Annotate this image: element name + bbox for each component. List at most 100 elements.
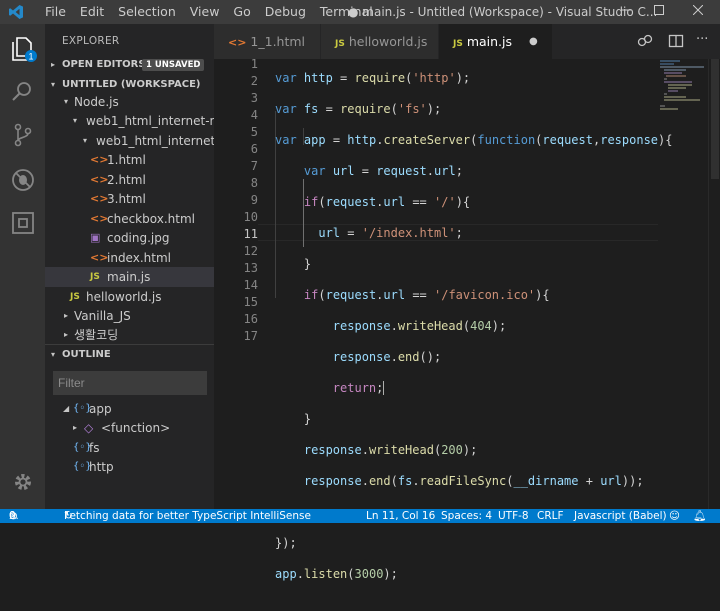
outline-item-label: <function> xyxy=(101,421,171,435)
code-line: response.end(); xyxy=(332,350,442,364)
tab-1-1-html[interactable]: <> 1_1.html xyxy=(214,24,321,59)
outline-section[interactable]: ▾ OUTLINE xyxy=(45,344,214,364)
feedback-smiley-icon[interactable]: ☺ xyxy=(669,509,680,523)
tree-item-label: coding.jpg xyxy=(107,231,170,245)
code-line: response.writeHead(200); xyxy=(303,443,478,457)
chevron-right-icon: ▸ xyxy=(64,311,69,320)
extensions-activity-button[interactable] xyxy=(8,208,38,238)
minimize-button[interactable] xyxy=(610,0,642,24)
tree-file-helloworld[interactable]: JS helloworld.js xyxy=(45,287,214,307)
tree-file-coding-jpg[interactable]: ▣ coding.jpg xyxy=(45,228,214,248)
settings-activity-button[interactable] xyxy=(8,467,38,497)
minimap[interactable] xyxy=(658,59,708,119)
unsaved-badge: 1 UNSAVED xyxy=(142,59,205,71)
maximize-button[interactable] xyxy=(643,0,675,24)
outline-item-label: fs xyxy=(89,441,100,455)
explorer-activity-button[interactable]: 1 xyxy=(8,34,38,64)
source-control-activity-button[interactable] xyxy=(8,120,38,150)
code-line: return; xyxy=(332,381,385,395)
tree-item-label: 1.html xyxy=(107,153,146,167)
tree-file-mainjs[interactable]: JS main.js xyxy=(45,267,214,287)
status-message-text: Fetching data for better TypeScript Inte… xyxy=(64,510,311,522)
open-changes-button[interactable] xyxy=(637,33,653,49)
menu-bar: File Edit Selection View Go Debug Termin… xyxy=(38,0,380,24)
code-line: app.listen(3000); xyxy=(275,567,398,581)
tree-item-label: index.html xyxy=(107,251,171,265)
line-number: 1 xyxy=(250,57,258,71)
tree-file-index[interactable]: <> index.html xyxy=(45,248,214,268)
tree-folder-korean[interactable]: ▸ 생활코딩 xyxy=(45,325,214,345)
more-actions-icon[interactable]: ··· xyxy=(696,32,712,48)
line-number: 10 xyxy=(243,210,258,224)
tab-label: 1_1.html xyxy=(250,34,306,49)
chevron-down-icon: ▾ xyxy=(64,97,69,106)
open-editors-section[interactable]: ▸ OPEN EDITORS 1 UNSAVED xyxy=(45,55,214,75)
chevron-right-icon: ▸ xyxy=(51,60,56,69)
menu-file[interactable]: File xyxy=(38,0,73,24)
line-number: 3 xyxy=(250,91,258,105)
tree-folder-nodejs[interactable]: ▾ Node.js xyxy=(45,92,214,112)
outline-item-app[interactable]: ◢ {◦} app xyxy=(45,399,214,419)
line-number: 15 xyxy=(243,295,258,309)
js-file-icon: JS xyxy=(453,39,463,49)
line-number: 17 xyxy=(243,329,258,343)
line-ending[interactable]: CRLF xyxy=(537,509,564,523)
unsaved-dot-icon[interactable]: ● xyxy=(529,24,538,59)
menu-debug[interactable]: Debug xyxy=(258,0,313,24)
indentation[interactable]: Spaces: 4 xyxy=(441,509,492,523)
tree-file-1html[interactable]: <> 1.html xyxy=(45,150,214,170)
sidebar: EXPLORER ▸ OPEN EDITORS 1 UNSAVED ▾ UNTI… xyxy=(45,24,214,509)
debug-activity-button[interactable] xyxy=(8,165,38,195)
tree-item-label: web1_html_internet-... xyxy=(96,134,214,148)
tree-folder-vanilla[interactable]: ▸ Vanilla_JS xyxy=(45,306,214,326)
cursor-position[interactable]: Ln 11, Col 16 xyxy=(366,509,435,523)
tree-file-3html[interactable]: <> 3.html xyxy=(45,189,214,209)
vscode-logo-icon xyxy=(9,5,23,19)
minimize-icon xyxy=(621,9,631,11)
close-icon xyxy=(692,4,704,16)
maximize-icon xyxy=(654,5,664,15)
tree-item-label: helloworld.js xyxy=(86,290,162,304)
outline-item-http[interactable]: {◦} http xyxy=(45,457,214,477)
tree-folder-web1[interactable]: ▾ web1_html_internet-... xyxy=(45,131,214,151)
code-line: } xyxy=(275,412,312,426)
outline-item-function[interactable]: ▸ ◇ <function> xyxy=(45,418,214,438)
close-window-button[interactable] xyxy=(682,0,714,24)
scrollbar-thumb[interactable] xyxy=(711,59,719,179)
menu-edit[interactable]: Edit xyxy=(73,0,111,24)
tab-helloworld-js[interactable]: JS helloworld.js xyxy=(321,24,439,59)
line-number: 16 xyxy=(243,312,258,326)
warning-count: 0 xyxy=(9,510,16,522)
extensions-icon xyxy=(12,212,34,234)
files-icon: 1 xyxy=(12,37,37,62)
code-line: var http = require('http'); xyxy=(275,71,471,85)
menu-go[interactable]: Go xyxy=(226,0,257,24)
tree-item-label: main.js xyxy=(107,270,151,284)
tree-item-label: 생활코딩 xyxy=(74,328,119,342)
encoding[interactable]: UTF-8 xyxy=(498,509,529,523)
tree-folder-web1-m[interactable]: ▾ web1_html_internet-m... xyxy=(45,111,214,131)
tree-file-2html[interactable]: <> 2.html xyxy=(45,170,214,190)
source-control-icon xyxy=(14,123,32,147)
outline-filter-input[interactable]: Filter xyxy=(53,371,207,395)
tree-file-checkbox[interactable]: <> checkbox.html xyxy=(45,209,214,229)
compare-icon xyxy=(637,34,653,47)
line-number: 8 xyxy=(250,176,258,190)
debug-icon xyxy=(12,169,34,191)
html-file-icon: <> xyxy=(90,173,109,186)
tab-main-js[interactable]: JS main.js ● xyxy=(439,24,553,59)
outline-item-label: app xyxy=(89,402,112,416)
split-editor-button[interactable] xyxy=(668,33,684,49)
chevron-down-icon: ▾ xyxy=(73,116,78,125)
line-number: 12 xyxy=(243,244,258,258)
notifications-bell-icon[interactable]: 🔔︎ xyxy=(693,509,706,523)
vertical-scrollbar[interactable] xyxy=(708,59,720,509)
menu-selection[interactable]: Selection xyxy=(111,0,183,24)
outline-item-fs[interactable]: {◦} fs xyxy=(45,438,214,458)
search-activity-button[interactable] xyxy=(8,77,38,107)
menu-view[interactable]: View xyxy=(183,0,227,24)
split-editor-icon xyxy=(668,34,684,48)
code-content[interactable]: var http = require('http'); var fs = req… xyxy=(275,56,672,611)
language-mode[interactable]: Javascript (Babel) xyxy=(574,509,667,523)
code-line: if(request.url == '/'){ xyxy=(303,195,471,209)
